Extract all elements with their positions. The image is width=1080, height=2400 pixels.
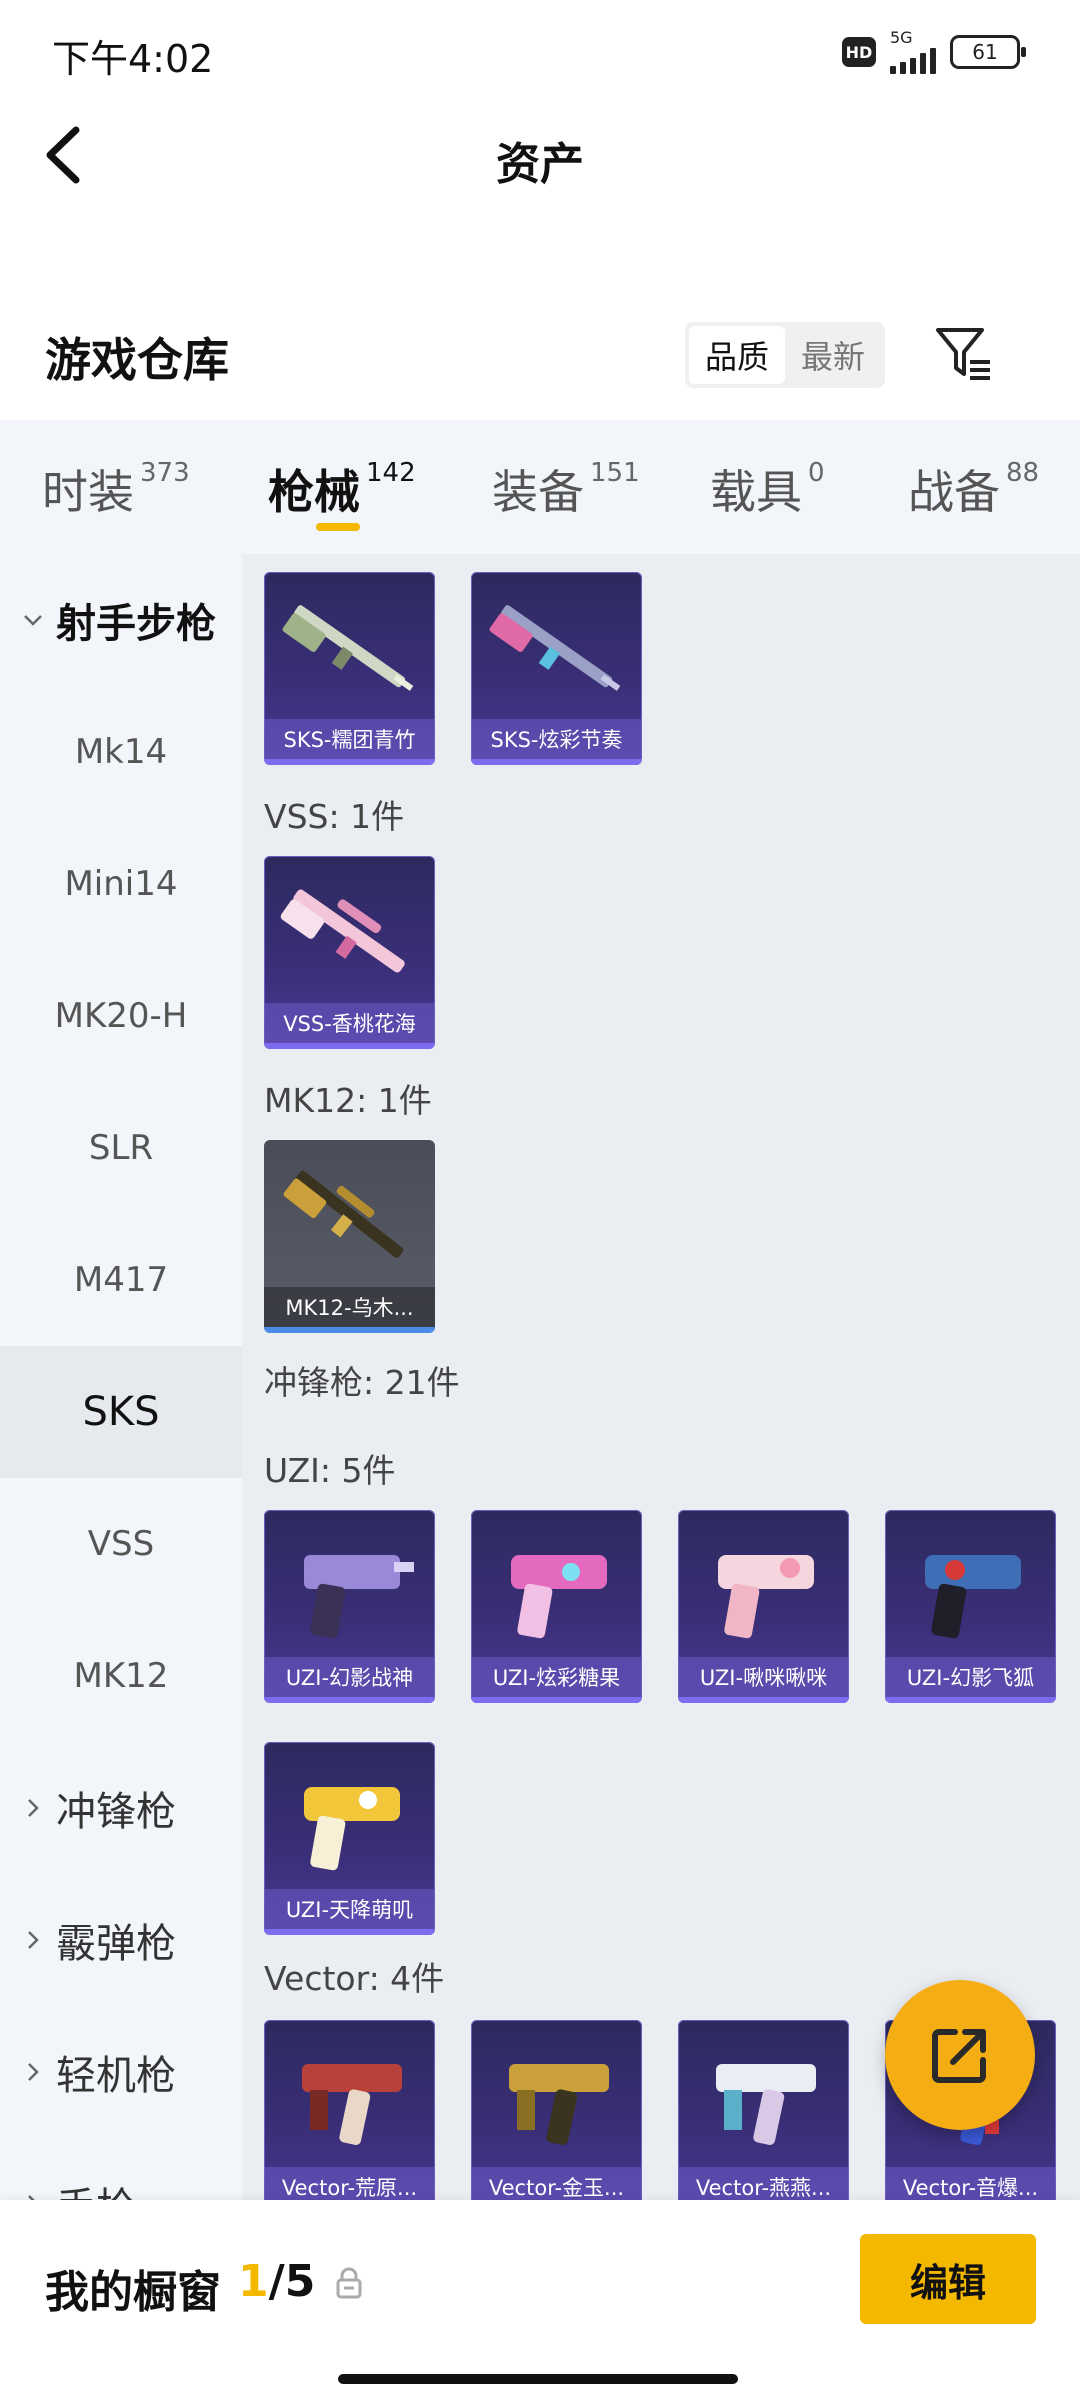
pistol-icon [304, 1787, 400, 1871]
weapon-card-name: SKS-糯团青竹 [264, 719, 435, 759]
weapon-card[interactable]: UZI-啾咪啾咪 [678, 1510, 849, 1703]
weapon-card[interactable]: UZI-幻影战神 [264, 1510, 435, 1703]
warehouse-title: 游戏仓库 [45, 333, 229, 387]
section-label-uzi: UZI: 5件 [264, 1451, 396, 1490]
sidebar-item-m417[interactable]: M417 [0, 1214, 242, 1346]
weapon-card[interactable]: MK12-乌木... [264, 1140, 435, 1333]
weapon-card-name: MK12-乌木... [264, 1287, 435, 1327]
weapon-card[interactable]: Vector-金玉... [471, 2020, 642, 2200]
sidebar-item-mk20h[interactable]: MK20-H [0, 950, 242, 1082]
chevron-right-icon [28, 2195, 35, 2200]
weapon-card[interactable]: UZI-天降萌叽 [264, 1742, 435, 1935]
signal-icon: 5G [890, 30, 936, 74]
status-icons: HD 5G 61 [842, 30, 1026, 74]
chevron-right-icon [28, 2063, 39, 2081]
active-tab-indicator [316, 523, 360, 531]
section-label-mk12: MK12: 1件 [264, 1081, 432, 1120]
chevron-right-icon [28, 1799, 39, 1817]
weapon-card-name: UZI-天降萌叽 [264, 1889, 435, 1929]
battery-icon: 61 [950, 35, 1026, 69]
sidebar-item-mini14[interactable]: Mini14 [0, 818, 242, 950]
pistol-icon [925, 1555, 1021, 1639]
showcase-label: 我的橱窗 [45, 2267, 221, 2318]
weapon-card-name: UZI-幻影战神 [264, 1657, 435, 1697]
pistol-icon [718, 1555, 814, 1639]
section-label-smg: 冲锋枪: 21件 [264, 1363, 460, 1402]
page-title: 资产 [496, 139, 584, 190]
rifle-icon [283, 1170, 404, 1258]
weapon-card[interactable]: Vector-荒原... [264, 2020, 435, 2200]
smg-icon [302, 2064, 402, 2145]
showcase-total: /5 [268, 2256, 316, 2307]
sidebar-item-slr[interactable]: SLR [0, 1082, 242, 1214]
weapon-card-name: VSS-香桃花海 [264, 1003, 435, 1043]
rifle-icon [280, 889, 405, 973]
filter-icon [936, 328, 990, 380]
network-type: 5G [890, 28, 913, 47]
weapon-card-name: Vector-音爆... [885, 2167, 1056, 2200]
weapon-card-name: UZI-啾咪啾咪 [678, 1657, 849, 1697]
weapon-type-sidebar: 射手步枪 Mk14 Mini14 MK20-H SLR M417 SKS VSS… [0, 554, 242, 2200]
chevron-left-icon [46, 126, 80, 184]
status-time: 下午4:02 [52, 37, 214, 81]
weapon-content-area: SKS-糯团青竹 SKS-炫彩节奏 VSS: 1件 VSS-香桃花海 MK12:… [242, 554, 1080, 2200]
weapon-card-name: Vector-金玉... [471, 2167, 642, 2200]
category-tabs: 时装 373 枪械 142 装备 151 载具 0 战备 88 [0, 420, 1080, 554]
sidebar-item-vss[interactable]: VSS [0, 1478, 242, 1610]
sidebar-group-pistol[interactable]: 手枪 [0, 2138, 242, 2200]
pistol-icon [511, 1555, 607, 1639]
pistol-icon [304, 1555, 414, 1639]
smg-icon [509, 2064, 609, 2145]
showcase-count: 1/5 [238, 2256, 315, 2307]
sidebar-item-mk14[interactable]: Mk14 [0, 686, 242, 818]
share-button[interactable] [885, 1980, 1035, 2130]
sidebar-group-smg[interactable]: 冲锋枪 [0, 1742, 242, 1874]
filter-button[interactable] [932, 322, 994, 384]
sidebar-item-mk12[interactable]: MK12 [0, 1610, 242, 1742]
tab-firearms[interactable]: 枪械 142 [268, 456, 416, 522]
share-icon [932, 2029, 986, 2083]
hd-icon: HD [842, 37, 876, 67]
weapon-card-name: SKS-炫彩节奏 [471, 719, 642, 759]
weapon-card[interactable]: SKS-糯团青竹 [264, 572, 435, 765]
rifle-icon [489, 605, 621, 691]
section-label-vector: Vector: 4件 [264, 1959, 445, 1998]
section-label-vss: VSS: 1件 [264, 797, 405, 836]
status-bar: 下午4:02 HD 5G 61 [0, 0, 1080, 100]
tab-equipment[interactable]: 装备 151 [492, 456, 640, 522]
sort-quality-button[interactable]: 品质 [689, 326, 785, 384]
showcase-current: 1 [238, 2256, 269, 2307]
weapon-card[interactable]: UZI-幻影飞狐 [885, 1510, 1056, 1703]
sidebar-group-lmg[interactable]: 轻机枪 [0, 2006, 242, 2138]
sidebar-group-marksman[interactable]: 射手步枪 [0, 554, 242, 686]
weapon-card[interactable]: VSS-香桃花海 [264, 856, 435, 1049]
edit-button[interactable]: 编辑 [860, 2234, 1036, 2324]
rifle-icon [282, 605, 414, 691]
lock-icon [336, 2267, 362, 2299]
smg-icon [716, 2064, 816, 2145]
showcase-bar: 我的橱窗 1/5 编辑 [0, 2200, 1080, 2400]
sort-newest-button[interactable]: 最新 [785, 326, 881, 384]
weapon-card-name: UZI-炫彩糖果 [471, 1657, 642, 1697]
weapon-card-name: UZI-幻影飞狐 [885, 1657, 1056, 1697]
sidebar-group-shotgun[interactable]: 霰弹枪 [0, 1874, 242, 2006]
weapon-card[interactable]: Vector-燕燕... [678, 2020, 849, 2200]
sidebar-item-sks[interactable]: SKS [0, 1346, 242, 1478]
weapon-card-name: Vector-燕燕... [678, 2167, 849, 2200]
chevron-right-icon [28, 1931, 39, 1949]
chevron-down-icon [24, 615, 42, 626]
weapon-card-name: Vector-荒原... [264, 2167, 435, 2200]
sort-toggle: 品质 最新 [685, 322, 885, 388]
tab-supplies[interactable]: 战备 88 [908, 456, 1039, 522]
back-button[interactable] [36, 120, 96, 190]
tab-fashion[interactable]: 时装 373 [42, 456, 190, 522]
weapon-card[interactable]: UZI-炫彩糖果 [471, 1510, 642, 1703]
home-indicator[interactable] [338, 2374, 738, 2384]
tab-vehicles[interactable]: 载具 0 [710, 456, 825, 522]
weapon-card[interactable]: SKS-炫彩节奏 [471, 572, 642, 765]
battery-level: 61 [972, 40, 998, 64]
